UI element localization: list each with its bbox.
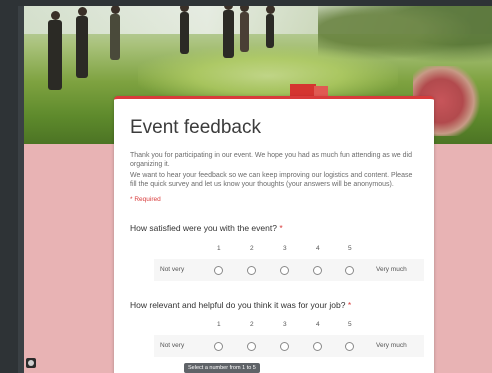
radio-option-2[interactable] — [247, 342, 256, 351]
header-person — [240, 6, 249, 52]
radio-option-2[interactable] — [247, 266, 256, 275]
form-card: Event feedback Thank you for participati… — [114, 96, 434, 373]
scale-number: 1 — [217, 245, 221, 252]
header-red-blanket — [314, 86, 328, 96]
tooltip: Select a number from 1 to 5 — [184, 363, 260, 373]
question-1-label: How satisfied were you with the event? * — [130, 223, 283, 233]
form-description: We want to hear your feedback so we can … — [130, 172, 413, 188]
scale-low-label: Not very — [160, 266, 185, 273]
required-star: * — [279, 223, 283, 233]
header-person — [180, 6, 189, 54]
question-2-label: How relevant and helpful do you think it… — [130, 300, 351, 310]
required-star: * — [347, 300, 352, 310]
required-note: * Required — [130, 196, 161, 203]
scale-number: 5 — [348, 321, 352, 328]
scale-number: 3 — [283, 321, 287, 328]
scale-high-label: Very much — [376, 266, 407, 273]
header-person — [48, 11, 62, 90]
form-title: Event feedback — [130, 117, 261, 138]
scale-number: 4 — [316, 245, 320, 252]
header-red-blanket — [290, 84, 316, 96]
radio-option-3[interactable] — [280, 342, 289, 351]
radio-option-4[interactable] — [313, 342, 322, 351]
scale-number: 1 — [217, 321, 221, 328]
form-description: Thank you for participating in our event… — [130, 152, 412, 168]
header-person — [265, 6, 275, 48]
question-1-text: How satisfied were you with the event? — [130, 223, 277, 233]
scale-number: 2 — [250, 245, 254, 252]
radio-option-1[interactable] — [214, 266, 223, 275]
form-page: Event feedback Thank you for participati… — [18, 6, 492, 373]
scale-high-label: Very much — [376, 342, 407, 349]
radio-option-4[interactable] — [313, 266, 322, 275]
radio-option-5[interactable] — [345, 342, 354, 351]
radio-option-1[interactable] — [214, 342, 223, 351]
scale-number: 3 — [283, 245, 287, 252]
radio-option-5[interactable] — [345, 266, 354, 275]
question-2-text: How relevant and helpful do you think it… — [130, 300, 346, 310]
header-person — [223, 6, 234, 58]
header-person — [110, 6, 120, 60]
help-icon[interactable] — [26, 358, 36, 368]
radio-option-3[interactable] — [280, 266, 289, 275]
scale-number: 5 — [348, 245, 352, 252]
scale-number: 4 — [316, 321, 320, 328]
left-scrollbar[interactable] — [18, 6, 24, 373]
scale-low-label: Not very — [160, 342, 185, 349]
header-person — [76, 7, 88, 78]
scale-number: 2 — [250, 321, 254, 328]
